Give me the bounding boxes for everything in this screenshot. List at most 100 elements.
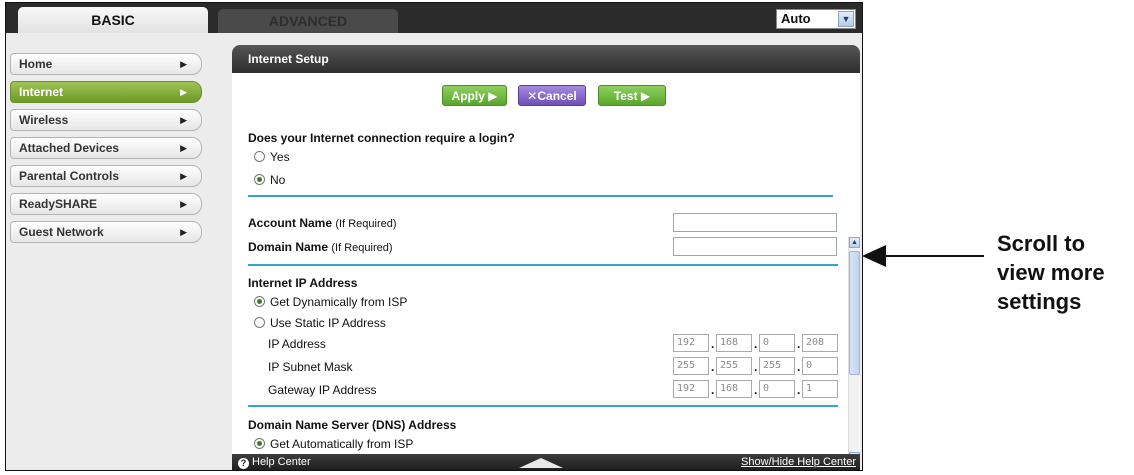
- annotation-line-1: Scroll to: [997, 231, 1086, 256]
- ip-address-octet-4[interactable]: 208: [802, 334, 838, 352]
- sidebar-item-label: Attached Devices: [19, 141, 120, 155]
- domain-name-hint: (If Required): [331, 242, 393, 254]
- divider: [248, 195, 833, 197]
- sidebar-item-wireless[interactable]: Wireless ▶: [10, 109, 202, 131]
- chevron-down-icon[interactable]: ▼: [838, 11, 854, 27]
- test-button[interactable]: Test ▶: [598, 85, 666, 106]
- ip-dot: .: [754, 360, 758, 374]
- expand-arrow-icon[interactable]: [519, 458, 563, 468]
- subnet-octet-2[interactable]: 255: [716, 357, 752, 375]
- gateway-octet-1[interactable]: 192: [673, 380, 709, 398]
- domain-name-title: Domain Name: [248, 240, 329, 254]
- sidebar-item-home[interactable]: Home ▶: [10, 53, 202, 75]
- cancel-button[interactable]: ✕Cancel: [518, 85, 586, 106]
- ip-address-octet-2[interactable]: 168: [716, 334, 752, 352]
- sidebar-item-readyshare[interactable]: ReadySHARE ▶: [10, 193, 202, 215]
- chevron-right-icon: ▶: [180, 115, 187, 125]
- sidebar-item-label: Wireless: [19, 113, 69, 127]
- content-area: Home ▶ Internet ▶ Wireless ▶ Attached Devic…: [6, 33, 862, 470]
- arrow-line: [882, 255, 984, 257]
- ip-dot: .: [754, 383, 758, 397]
- language-select-value: Auto: [781, 11, 811, 26]
- account-name-label: Account Name (If Required): [248, 216, 397, 230]
- scroll-up-icon[interactable]: ▲: [849, 237, 860, 248]
- sidebar-item-guest-network[interactable]: Guest Network ▶: [10, 221, 202, 243]
- sidebar-item-internet[interactable]: Internet ▶: [10, 81, 202, 103]
- subnet-label: IP Subnet Mask: [268, 360, 353, 374]
- ip-dot: .: [711, 360, 715, 374]
- account-name-field[interactable]: [673, 213, 837, 232]
- domain-name-label: Domain Name (If Required): [248, 240, 393, 254]
- ip-dot: .: [797, 383, 801, 397]
- radio-yes[interactable]: [254, 151, 265, 162]
- ip-dot: .: [797, 360, 801, 374]
- ip-address-octet-3[interactable]: 0: [759, 334, 795, 352]
- router-ui-frame: BASIC ADVANCED Auto ▼ Home ▶ Internet ▶ Wi…: [5, 2, 863, 471]
- dns-auto-label: Get Automatically from ISP: [270, 437, 414, 451]
- login-yes-label: Yes: [270, 150, 290, 164]
- radio-no[interactable]: [254, 174, 265, 185]
- sidebar-item-label: ReadySHARE: [19, 197, 98, 211]
- ip-dot: .: [754, 337, 758, 351]
- dns-auto-option[interactable]: Get Automatically from ISP: [254, 437, 413, 451]
- radio-ip-dynamic[interactable]: [254, 296, 265, 307]
- ip-static-label: Use Static IP Address: [270, 316, 386, 330]
- sidebar-item-parental-controls[interactable]: Parental Controls ▶: [10, 165, 202, 187]
- login-no-option[interactable]: No: [254, 173, 285, 187]
- ip-static-option[interactable]: Use Static IP Address: [254, 316, 386, 330]
- radio-ip-static[interactable]: [254, 317, 265, 328]
- divider: [248, 264, 838, 266]
- scrollbar-thumb[interactable]: [849, 251, 860, 375]
- sidebar-item-attached-devices[interactable]: Attached Devices ▶: [10, 137, 202, 159]
- gateway-octet-3[interactable]: 0: [759, 380, 795, 398]
- help-footer: ? Help Center Show/Hide Help Center: [232, 454, 860, 470]
- tab-advanced[interactable]: ADVANCED: [218, 9, 398, 33]
- gateway-label: Gateway IP Address: [268, 383, 377, 397]
- ip-section-title: Internet IP Address: [248, 276, 358, 290]
- annotation-callout: Scroll to view more settings: [997, 229, 1132, 316]
- chevron-right-icon: ▶: [180, 143, 187, 153]
- ip-address-label: IP Address: [268, 337, 326, 351]
- radio-dns-auto[interactable]: [254, 438, 265, 449]
- subnet-octet-1[interactable]: 255: [673, 357, 709, 375]
- gateway-octet-4[interactable]: 1: [802, 380, 838, 398]
- ip-dot: .: [711, 383, 715, 397]
- account-name-title: Account Name: [248, 216, 333, 230]
- ip-dot: .: [711, 337, 715, 351]
- annotation-line-2: view more: [997, 260, 1105, 285]
- ip-dot: .: [797, 337, 801, 351]
- dns-section-title: Domain Name Server (DNS) Address: [248, 418, 457, 432]
- show-hide-help-link[interactable]: Show/Hide Help Center: [741, 454, 856, 470]
- domain-name-field[interactable]: [673, 237, 837, 256]
- tab-basic[interactable]: BASIC: [18, 7, 208, 33]
- sidebar-menu: Home ▶ Internet ▶ Wireless ▶ Attached Devic…: [10, 53, 202, 249]
- gateway-octet-2[interactable]: 168: [716, 380, 752, 398]
- sidebar-item-label: Guest Network: [19, 225, 104, 239]
- annotation-line-3: settings: [997, 289, 1082, 314]
- subnet-octet-4[interactable]: 0: [802, 357, 838, 375]
- sidebar-item-label: Parental Controls: [19, 169, 120, 183]
- settings-scrollbar[interactable]: ▲ ▼: [848, 237, 860, 463]
- login-question: Does your Internet connection require a …: [248, 131, 515, 145]
- chevron-right-icon: ▶: [180, 87, 187, 97]
- subnet-octet-3[interactable]: 255: [759, 357, 795, 375]
- login-no-label: No: [270, 173, 286, 187]
- apply-button[interactable]: Apply ▶: [442, 85, 507, 106]
- ip-dynamic-label: Get Dynamically from ISP: [270, 295, 408, 309]
- language-select[interactable]: Auto ▼: [776, 9, 856, 29]
- chevron-right-icon: ▶: [180, 171, 187, 181]
- help-icon[interactable]: ?: [238, 458, 249, 469]
- chevron-right-icon: ▶: [180, 199, 187, 209]
- login-yes-option[interactable]: Yes: [254, 150, 290, 164]
- sidebar-item-label: Home: [19, 57, 53, 71]
- help-center-link[interactable]: Help Center: [252, 456, 311, 468]
- ip-dynamic-option[interactable]: Get Dynamically from ISP: [254, 295, 407, 309]
- ip-address-octet-1[interactable]: 192: [673, 334, 709, 352]
- internet-setup-panel: Internet Setup Apply ▶ ✕Cancel Test ▶ Do…: [232, 45, 860, 470]
- chevron-right-icon: ▶: [180, 59, 187, 69]
- action-buttons: Apply ▶ ✕Cancel Test ▶: [232, 85, 860, 107]
- account-name-hint: (If Required): [335, 218, 397, 230]
- chevron-right-icon: ▶: [180, 227, 187, 237]
- divider: [248, 405, 838, 407]
- panel-title: Internet Setup: [232, 45, 860, 73]
